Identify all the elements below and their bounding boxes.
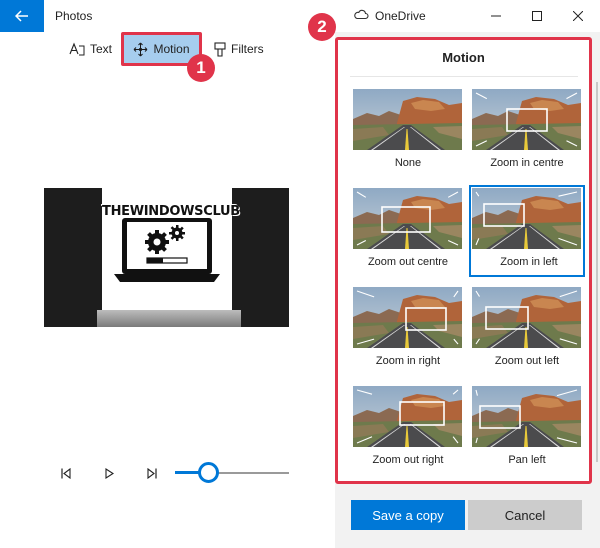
play-button[interactable] xyxy=(100,464,118,482)
close-button[interactable] xyxy=(558,0,598,32)
back-button[interactable] xyxy=(0,0,44,32)
text-tool-button[interactable]: Text xyxy=(69,34,112,64)
callout-badge-2: 2 xyxy=(308,13,336,41)
app-title: Photos xyxy=(55,9,93,23)
maximize-icon xyxy=(532,11,542,21)
motion-option-tile[interactable]: Zoom in left xyxy=(469,185,585,277)
minimize-button[interactable] xyxy=(476,0,516,32)
text-icon xyxy=(69,42,85,56)
playback-bar xyxy=(0,460,335,486)
filters-tool-button[interactable]: Filters xyxy=(214,34,264,64)
motion-option-label: None xyxy=(394,157,422,169)
motion-icon xyxy=(134,42,148,56)
motion-option-label: Zoom in centre xyxy=(490,157,564,169)
editor-toolbar: Text Motion Filters xyxy=(0,32,335,68)
desert-road-thumbnail xyxy=(472,386,581,447)
motion-option-label: Zoom in right xyxy=(375,355,441,367)
desert-road-thumbnail xyxy=(353,188,462,249)
desert-road-thumbnail xyxy=(472,89,581,150)
motion-option-tile[interactable]: None xyxy=(350,86,466,178)
arrow-left-icon xyxy=(15,10,28,22)
callout-badge-1: 1 xyxy=(187,54,215,82)
motion-option-label: Zoom out left xyxy=(494,355,560,367)
motion-panel: Motion None Zoom in centre Zoom out centre… xyxy=(335,32,600,548)
motion-option-tile[interactable]: Zoom out left xyxy=(469,284,585,376)
filters-tool-label: Filters xyxy=(231,42,264,56)
play-icon xyxy=(104,467,114,479)
motion-option-tile[interactable]: Zoom out centre xyxy=(350,185,466,277)
cancel-button[interactable]: Cancel xyxy=(468,500,582,530)
text-tool-label: Text xyxy=(90,42,113,56)
panel-divider xyxy=(350,76,578,77)
desert-road-thumbnail xyxy=(353,386,462,447)
laptop-gears-logo xyxy=(114,218,220,282)
motion-option-label: Zoom out right xyxy=(372,454,444,466)
step-back-button[interactable] xyxy=(57,464,75,482)
desert-road-thumbnail xyxy=(472,188,581,249)
desert-road-thumbnail xyxy=(353,89,462,150)
preview-stand xyxy=(97,310,241,327)
motion-option-tile[interactable]: Zoom in right xyxy=(350,284,466,376)
motion-tool-label: Motion xyxy=(153,42,190,56)
maximize-button[interactable] xyxy=(517,0,557,32)
desert-road-thumbnail xyxy=(353,287,462,348)
motion-option-label: Pan left xyxy=(508,454,546,466)
desert-road-thumbnail xyxy=(472,287,581,348)
seek-thumb[interactable] xyxy=(198,462,220,483)
motion-option-label: Zoom in left xyxy=(500,256,558,268)
video-preview: THEWINDOWSCLUB xyxy=(44,188,289,327)
motion-option-tile[interactable]: Zoom out right xyxy=(350,383,466,475)
step-forward-icon xyxy=(147,467,157,479)
motion-option-label: Zoom out centre xyxy=(367,256,449,268)
step-forward-button[interactable] xyxy=(143,464,161,482)
preview-frame: THEWINDOWSCLUB xyxy=(102,188,240,314)
motion-option-tile[interactable]: Zoom in centre xyxy=(469,86,585,178)
onedrive-label: OneDrive xyxy=(375,9,426,23)
title-bar: Photos OneDrive xyxy=(0,0,600,32)
minimize-icon xyxy=(491,15,501,17)
motion-option-tile[interactable]: Pan left xyxy=(469,383,585,475)
motion-options-box: Motion None Zoom in centre Zoom out centre… xyxy=(335,37,592,484)
cloud-icon xyxy=(354,9,369,20)
close-icon xyxy=(573,11,583,21)
panel-scrollbar[interactable] xyxy=(596,82,598,462)
step-back-icon xyxy=(61,467,71,479)
filters-icon xyxy=(214,41,226,57)
save-copy-button[interactable]: Save a copy xyxy=(351,500,465,530)
panel-heading: Motion xyxy=(442,50,485,65)
